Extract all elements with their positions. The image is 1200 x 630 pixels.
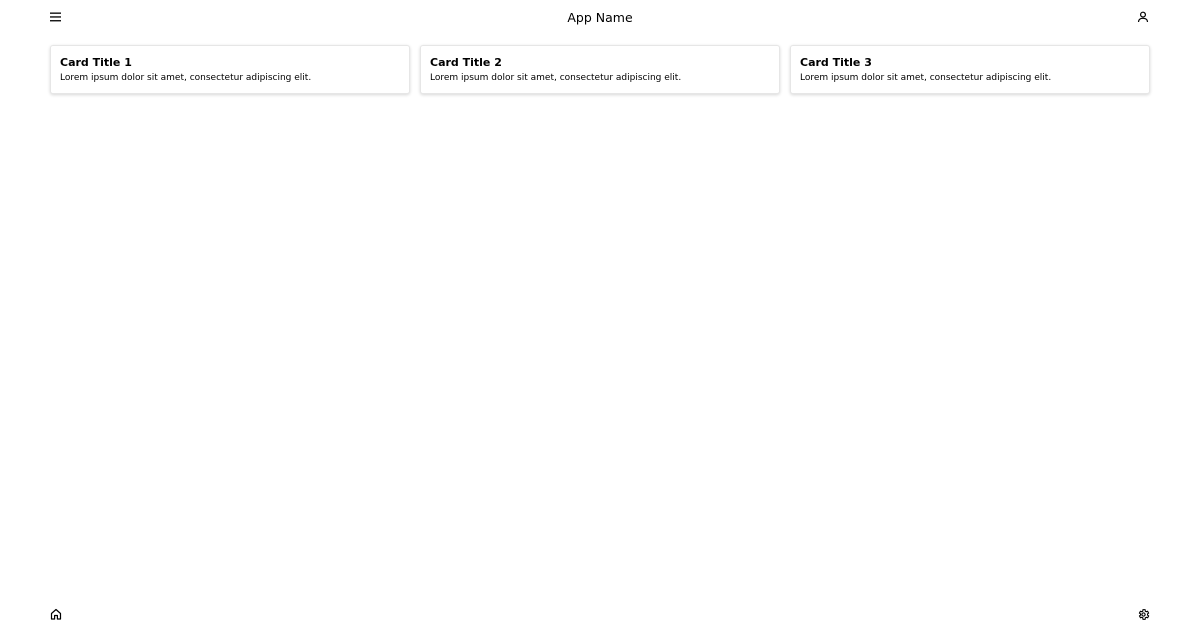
card-title: Card Title 2: [430, 56, 502, 69]
card-list: Card Title 1 Lorem ipsum dolor sit amet,…: [50, 45, 1150, 94]
card-1[interactable]: Card Title 1 Lorem ipsum dolor sit amet,…: [50, 45, 410, 94]
card-text: Lorem ipsum dolor sit amet, consectetur …: [60, 73, 312, 83]
card-text: Lorem ipsum dolor sit amet, consectetur …: [800, 73, 1052, 83]
card-text: Lorem ipsum dolor sit amet, consectetur …: [430, 73, 682, 83]
profile-button[interactable]: [1133, 7, 1153, 27]
card-title: Card Title 1: [60, 56, 132, 69]
user-icon: [1137, 11, 1149, 23]
app-title: App Name: [567, 10, 633, 25]
app-footer: [0, 600, 1200, 630]
home-icon: [50, 608, 62, 620]
app-header: App Name: [0, 0, 1200, 35]
app-root: App Name Card Title 1 Lorem ipsum dolor …: [0, 0, 1200, 630]
home-button[interactable]: [46, 604, 66, 624]
card-3[interactable]: Card Title 3 Lorem ipsum dolor sit amet,…: [790, 45, 1150, 94]
settings-button[interactable]: [1133, 604, 1153, 624]
card-title: Card Title 3: [800, 56, 872, 69]
settings-icon: [1137, 608, 1150, 621]
card-2[interactable]: Card Title 2 Lorem ipsum dolor sit amet,…: [420, 45, 780, 94]
